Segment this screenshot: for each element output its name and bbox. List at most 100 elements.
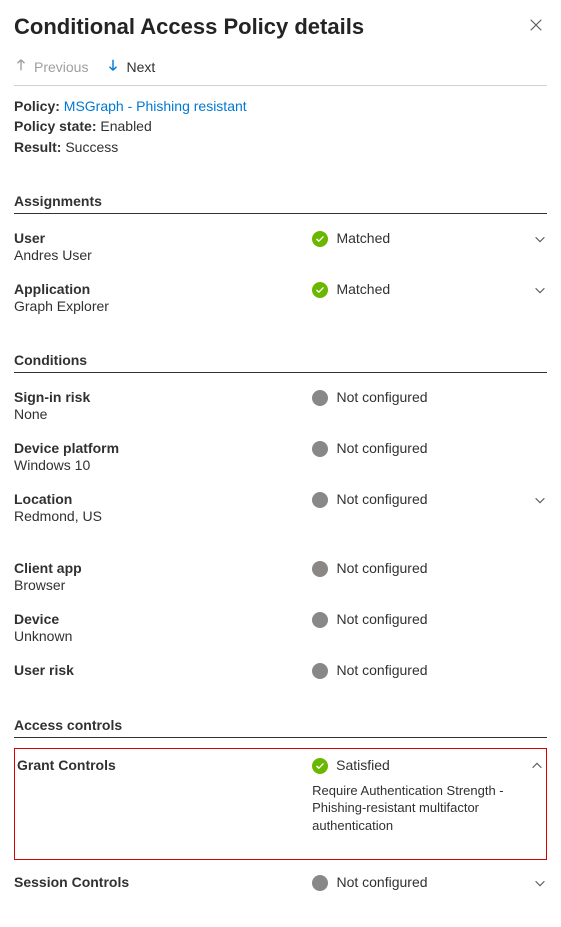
grant-controls-detail-right: Require Authentication Strength - Phishi… [312,782,544,835]
condition-device-platform-status: Not configured [312,440,547,457]
condition-location-title: Location [14,491,312,507]
policy-link[interactable]: MSGraph - Phishing resistant [64,98,247,114]
section-assignments: Assignments User Andres User Matched App… [14,193,547,326]
assignment-user-right: Matched [312,230,547,247]
condition-user-risk-status-text: Not configured [336,662,427,678]
grant-controls-status-wrap: Satisfied [336,757,390,773]
condition-device-platform-title: Device platform [14,440,312,456]
condition-client-app-status-text: Not configured [336,560,427,576]
condition-device-platform-left: Device platform Windows 10 [14,440,312,473]
condition-client-app-right: Not configured [312,560,547,577]
condition-device-right: Not configured [312,611,547,628]
check-circle-icon [312,231,328,247]
check-circle-icon [312,282,328,298]
condition-location-right: Not configured [312,491,547,508]
assignment-user[interactable]: User Andres User Matched [14,224,547,275]
assignment-application-right: Matched [312,281,547,298]
assignment-application-status: Matched [312,281,523,298]
condition-client-app-status: Not configured [312,560,547,577]
meta-state-value: Enabled [100,118,151,134]
assignment-user-status-text: Matched [336,230,390,246]
next-button[interactable]: Next [106,58,155,75]
section-conditions: Conditions Sign-in risk None Not configu… [14,352,547,691]
previous-label: Previous [34,59,88,75]
policy-meta: Policy: MSGraph - Phishing resistant Pol… [14,96,547,157]
condition-user-risk: User risk Not configured [14,656,547,691]
check-circle-icon [312,758,328,774]
assignment-application-value: Graph Explorer [14,298,312,314]
session-controls-status: Not configured [312,874,523,891]
dot-icon [312,441,328,457]
chevron-up-icon [530,759,544,773]
condition-client-app-title: Client app [14,560,312,576]
condition-device-platform: Device platform Windows 10 Not configure… [14,434,547,485]
dot-icon [312,875,328,891]
condition-client-app-value: Browser [14,577,312,593]
condition-user-risk-status: Not configured [312,662,547,679]
condition-device-platform-value: Windows 10 [14,457,312,473]
assignment-application-status-text: Matched [336,281,390,297]
dot-icon [312,492,328,508]
meta-result-value: Success [65,139,118,155]
section-heading-access-controls: Access controls [14,717,547,738]
condition-user-risk-left: User risk [14,662,312,678]
condition-device-platform-right: Not configured [312,440,547,457]
condition-device-status: Not configured [312,611,547,628]
chevron-down-icon [533,232,547,246]
arrow-down-icon [106,58,120,75]
condition-location-status: Not configured [312,491,523,508]
meta-result-label: Result: [14,139,61,155]
condition-location-left: Location Redmond, US [14,491,312,524]
grant-controls-detail-cell: Require Authentication Strength - Phishi… [312,782,520,835]
meta-result: Result: Success [14,137,547,157]
session-controls[interactable]: Session Controls Not configured [14,868,547,903]
grant-controls[interactable]: Grant Controls Satisfied [17,751,544,782]
condition-signin-risk-status: Not configured [312,389,547,406]
condition-location[interactable]: Location Redmond, US Not configured [14,485,547,536]
condition-signin-risk: Sign-in risk None Not configured [14,383,547,434]
chevron-down-icon [533,493,547,507]
meta-state: Policy state: Enabled [14,116,547,136]
spacer [14,536,547,554]
assignment-application-title: Application [14,281,312,297]
close-icon [529,18,543,35]
grant-controls-title: Grant Controls [17,757,312,773]
grant-controls-status: Satisfied [312,757,520,774]
grant-controls-highlight: Grant Controls Satisfied Require Authent… [14,748,547,860]
grant-controls-right: Satisfied [312,757,544,774]
grant-controls-left: Grant Controls [17,757,312,773]
previous-button: Previous [14,58,88,75]
assignment-application-left: Application Graph Explorer [14,281,312,314]
nav-row: Previous Next [14,58,547,86]
meta-policy: Policy: MSGraph - Phishing resistant [14,96,547,116]
arrow-up-icon [14,58,28,75]
condition-signin-risk-value: None [14,406,312,422]
dot-icon [312,561,328,577]
condition-device-platform-status-text: Not configured [336,440,427,456]
assignment-user-left: User Andres User [14,230,312,263]
page-title: Conditional Access Policy details [14,14,364,40]
dot-icon [312,663,328,679]
close-button[interactable] [525,14,547,39]
condition-client-app: Client app Browser Not configured [14,554,547,605]
condition-client-app-left: Client app Browser [14,560,312,593]
dot-icon [312,612,328,628]
assignment-user-value: Andres User [14,247,312,263]
condition-device-left: Device Unknown [14,611,312,644]
condition-signin-risk-left: Sign-in risk None [14,389,312,422]
meta-policy-label: Policy: [14,98,60,114]
condition-location-status-text: Not configured [336,491,427,507]
assignment-application[interactable]: Application Graph Explorer Matched [14,275,547,326]
condition-signin-risk-title: Sign-in risk [14,389,312,405]
condition-user-risk-title: User risk [14,662,312,678]
condition-device: Device Unknown Not configured [14,605,547,656]
grant-controls-detail-row: Require Authentication Strength - Phishi… [17,782,544,843]
condition-user-risk-right: Not configured [312,662,547,679]
assignment-user-status: Matched [312,230,523,247]
assignment-user-title: User [14,230,312,246]
dot-icon [312,390,328,406]
condition-signin-risk-right: Not configured [312,389,547,406]
panel-header: Conditional Access Policy details [14,14,547,40]
session-controls-status-text: Not configured [336,874,427,890]
session-controls-title: Session Controls [14,874,312,890]
